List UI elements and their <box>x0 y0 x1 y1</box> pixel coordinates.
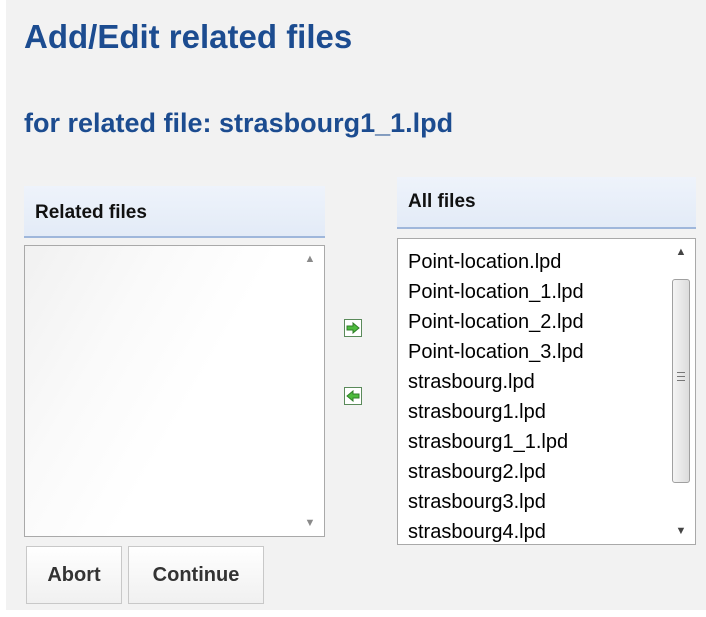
list-item[interactable]: strasbourg3.lpd <box>408 487 665 517</box>
scroll-down-icon[interactable]: ▼ <box>667 520 695 542</box>
list-item[interactable]: strasbourg1_1.lpd <box>408 427 665 457</box>
related-files-list[interactable]: ▲ ▼ <box>24 245 325 537</box>
list-item[interactable]: Point-location_1.lpd <box>408 277 665 307</box>
scroll-up-icon[interactable]: ▲ <box>667 241 695 263</box>
all-files-items: Point-location.lpd Point-location_1.lpd … <box>408 247 665 544</box>
list-item[interactable]: strasbourg4.lpd <box>408 517 665 544</box>
scroll-up-icon[interactable]: ▲ <box>296 248 324 270</box>
list-item[interactable]: strasbourg.lpd <box>408 367 665 397</box>
list-item[interactable]: Point-location_3.lpd <box>408 337 665 367</box>
all-files-header: All files <box>397 177 696 229</box>
add-to-related-button[interactable] <box>344 319 362 337</box>
all-files-list[interactable]: Point-location.lpd Point-location_1.lpd … <box>397 238 696 545</box>
list-item[interactable]: strasbourg2.lpd <box>408 457 665 487</box>
all-files-scrollbar[interactable]: ▲ ▼ <box>667 239 695 544</box>
grip-icon <box>677 372 685 381</box>
related-files-header: Related files <box>24 186 325 238</box>
list-item[interactable]: Point-location.lpd <box>408 247 665 277</box>
scroll-down-icon[interactable]: ▼ <box>296 512 324 534</box>
list-item[interactable]: Point-location_2.lpd <box>408 307 665 337</box>
list-item[interactable]: strasbourg1.lpd <box>408 397 665 427</box>
abort-button[interactable]: Abort <box>26 546 122 604</box>
arrow-left-icon <box>346 390 360 402</box>
related-files-scrollbar[interactable]: ▲ ▼ <box>296 246 324 536</box>
page-title: Add/Edit related files <box>24 18 353 55</box>
arrow-right-icon <box>346 322 360 334</box>
remove-from-related-button[interactable] <box>344 387 362 405</box>
continue-button[interactable]: Continue <box>128 546 264 604</box>
page-subtitle: for related file: strasbourg1_1.lpd <box>24 108 454 138</box>
scrollbar-thumb[interactable] <box>672 279 690 483</box>
